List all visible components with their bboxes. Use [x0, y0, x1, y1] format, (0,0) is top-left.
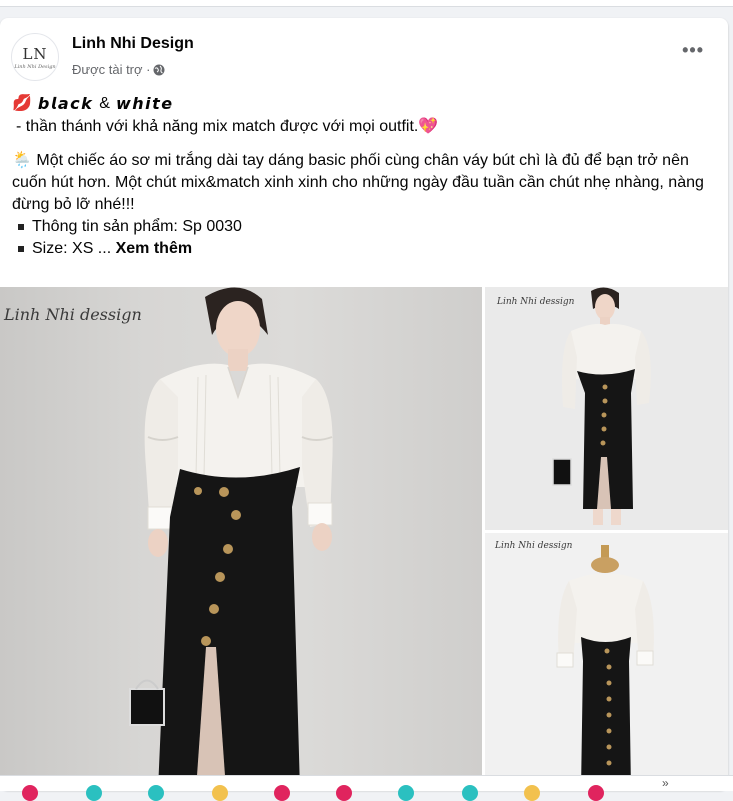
reaction-dot-icon — [22, 785, 38, 801]
reaction-dot-icon — [274, 785, 290, 801]
reaction-strip: » — [0, 775, 733, 801]
tagline: - thần thánh với khả năng mix match được… — [12, 116, 717, 138]
page-avatar[interactable]: LN Linh Nhi Design — [11, 33, 59, 81]
weather-icon: 🌦️ — [12, 152, 32, 169]
post-text: 💋 𝙗𝙡𝙖𝙘𝙠 & 𝙬𝙝𝙞𝙩𝙚 - thần thánh với khả năn… — [12, 92, 717, 260]
chevron-right-icon[interactable]: » — [662, 776, 669, 790]
reaction-dot-icon — [524, 785, 540, 801]
description-text: Một chiếc áo sơ mi trắng dài tay dáng ba… — [12, 152, 704, 213]
headline-word-white: 𝙬𝙝𝙞𝙩𝙚 — [115, 94, 174, 113]
bullet-product-info: Thông tin sản phẩm: Sp 0030 — [12, 216, 717, 238]
photo-gallery: Linh Nhi dessign Linh Nhi dessign Linh N… — [0, 287, 728, 790]
reaction-dot-icon — [462, 785, 478, 801]
sponsored-post-card: LN Linh Nhi Design Linh Nhi Design Được … — [0, 18, 728, 790]
reaction-dot-icon — [588, 785, 604, 801]
headline-word-black: 𝙗𝙡𝙖𝙘𝙠 — [37, 94, 94, 113]
mannequin-illustration — [556, 545, 654, 790]
watermark-top-right: Linh Nhi dessign — [497, 297, 575, 307]
reaction-dot-icon — [398, 785, 414, 801]
top-bar — [0, 0, 733, 7]
bullet-size: Size: XS ... Xem thêm — [12, 238, 717, 260]
watermark-main: Linh Nhi dessign — [4, 305, 142, 324]
reaction-dot-icon — [336, 785, 352, 801]
kiss-icon: 💋 — [12, 95, 32, 112]
reaction-dot-icon — [86, 785, 102, 801]
sponsored-label[interactable]: Được tài trợ · — [72, 62, 165, 77]
model-illustration-main — [129, 287, 333, 790]
see-more-link[interactable]: Xem thêm — [116, 240, 192, 257]
gallery-photo-top-right[interactable]: Linh Nhi dessign — [485, 287, 728, 530]
bullet-product-info-text: Thông tin sản phẩm: Sp 0030 — [32, 218, 242, 235]
bullet-square-icon — [18, 224, 24, 230]
watermark-bottom-right: Linh Nhi dessign — [495, 541, 573, 551]
gallery-photo-main[interactable]: Linh Nhi dessign — [0, 287, 482, 790]
headline-amp: & — [99, 95, 110, 112]
headline: 💋 𝙗𝙡𝙖𝙘𝙠 & 𝙬𝙝𝙞𝙩𝙚 — [12, 92, 717, 116]
gallery-photo-bottom-right[interactable]: Linh Nhi dessign — [485, 533, 728, 790]
bullet-size-text: Size: XS ... — [32, 240, 112, 257]
tagline-text: - thần thánh với khả năng mix match được… — [16, 118, 419, 135]
sparkling-heart-icon: 💖 — [418, 118, 439, 135]
more-options-button[interactable]: ••• — [682, 40, 704, 61]
globe-icon — [153, 64, 165, 75]
avatar-monogram: LN — [22, 44, 48, 63]
page-name-link[interactable]: Linh Nhi Design — [72, 35, 194, 53]
reaction-dot-icon — [148, 785, 164, 801]
description: 🌦️ Một chiếc áo sơ mi trắng dài tay dáng… — [12, 150, 717, 216]
avatar-script: Linh Nhi Design — [14, 63, 56, 70]
model-illustration-top-right — [552, 287, 651, 525]
bullet-square-icon — [18, 246, 24, 252]
reaction-dot-icon — [212, 785, 228, 801]
sponsored-text: Được tài trợ · — [72, 62, 151, 77]
